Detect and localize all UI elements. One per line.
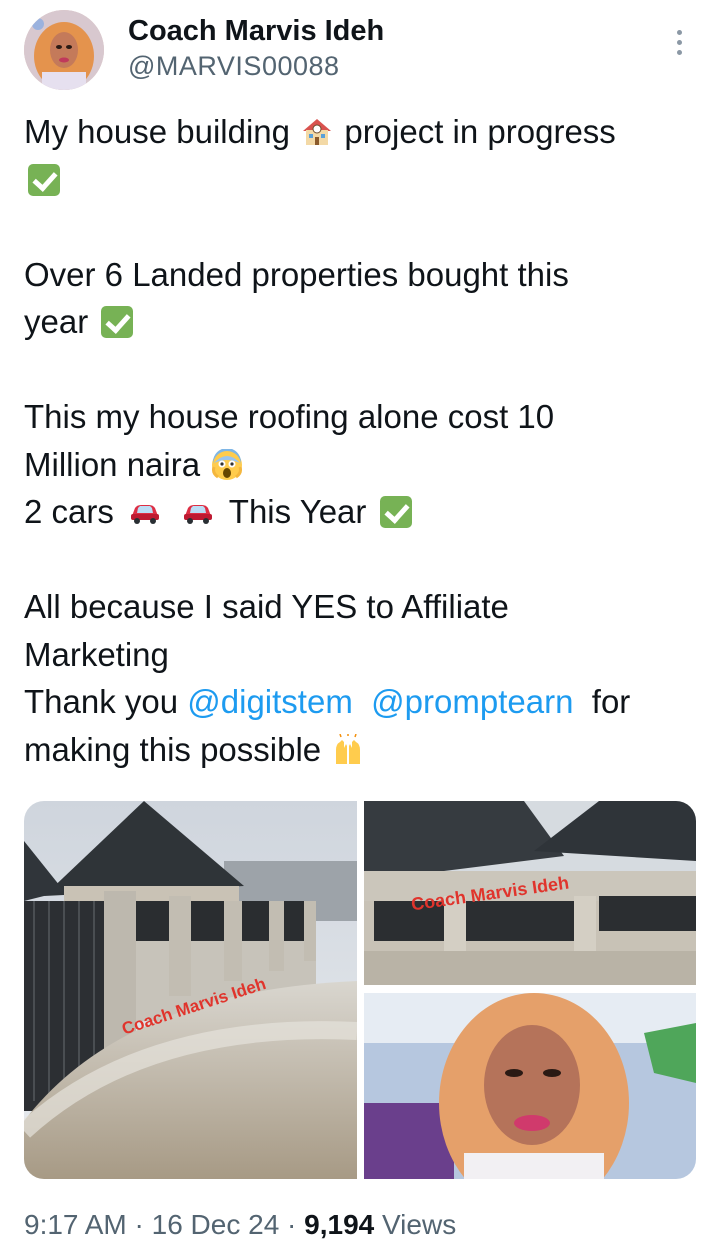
tweet-text-segment: year [24, 303, 89, 340]
author-avatar[interactable] [24, 10, 104, 90]
tweet-text-segment: Million naira [24, 445, 201, 483]
tweet-text-segment: 2 cars [24, 493, 114, 530]
tweet-text-segment: My house building [24, 113, 290, 150]
tweet-text-segment: Thank you [24, 683, 179, 720]
tweet-date[interactable]: 16 Dec 24 [152, 1209, 280, 1240]
tweet-text-segment: Over 6 Landed properties bought this [24, 255, 569, 293]
tweet-text-segment: This my house roofing alone cost 10 [24, 398, 555, 435]
tweet-text-segment: making this possible [24, 730, 322, 768]
author-name[interactable]: Coach Marvis Ideh [128, 14, 384, 48]
tweet-line: My house building project in progress [24, 108, 704, 156]
tweet-text: My house building project in progress Ov… [24, 108, 704, 773]
tweet-line: This my house roofing alone cost 10 [24, 393, 704, 441]
tweet-line: All because I said YES to Affiliate [24, 583, 704, 631]
media-grid[interactable]: Coach Marvis Ideh Coach Marvis Ideh [24, 801, 696, 1179]
scream-emoji [212, 448, 243, 480]
tweet-text-segment: All because I said YES to Affiliate [24, 588, 509, 625]
house-fence-photo[interactable]: Coach Marvis Ideh [24, 801, 357, 1179]
tweet-text-segment: Marketing [24, 635, 169, 673]
tweet-line: Thank you @digitstem @promptearn for [24, 678, 704, 726]
views-label: Views [382, 1209, 457, 1240]
tweet-line: Marketing [24, 631, 704, 679]
tweet-text-segment: project in progress [344, 113, 616, 150]
tweet-line: year [24, 298, 704, 346]
car-emoji [184, 505, 213, 524]
tweet-time[interactable]: 9:17 AM [24, 1209, 127, 1240]
separator: · [287, 1209, 297, 1240]
tweet-line: making this possible [24, 726, 704, 774]
portrait-photo[interactable] [364, 993, 696, 1179]
check-emoji [379, 496, 412, 528]
tweet-text-segment: for [591, 683, 631, 720]
author-handle[interactable]: @MARVIS00088 [128, 50, 340, 82]
check-emoji [101, 306, 134, 338]
views-count[interactable]: 9,194 [304, 1209, 374, 1240]
tweet-text-segment: This Year [228, 493, 367, 530]
more-icon[interactable] [664, 24, 694, 60]
house-roof-photo[interactable]: Coach Marvis Ideh [364, 801, 696, 985]
tweet-line: Million naira [24, 441, 704, 489]
raised-hands-emoji [336, 733, 361, 764]
mention-link[interactable]: @promptearn [371, 683, 573, 720]
tweet-line [24, 156, 704, 204]
tweet-line: 2 cars This Year [24, 488, 704, 536]
check-emoji [28, 163, 60, 196]
tweet-line: Over 6 Landed properties bought this [24, 251, 704, 299]
tweet-meta: 9:17 AM · 16 Dec 24 · 9,194 Views [24, 1205, 456, 1245]
car-emoji [131, 505, 160, 524]
mention-link[interactable]: @digitstem [187, 683, 353, 720]
house-emoji [303, 119, 332, 145]
separator: · [134, 1209, 144, 1240]
